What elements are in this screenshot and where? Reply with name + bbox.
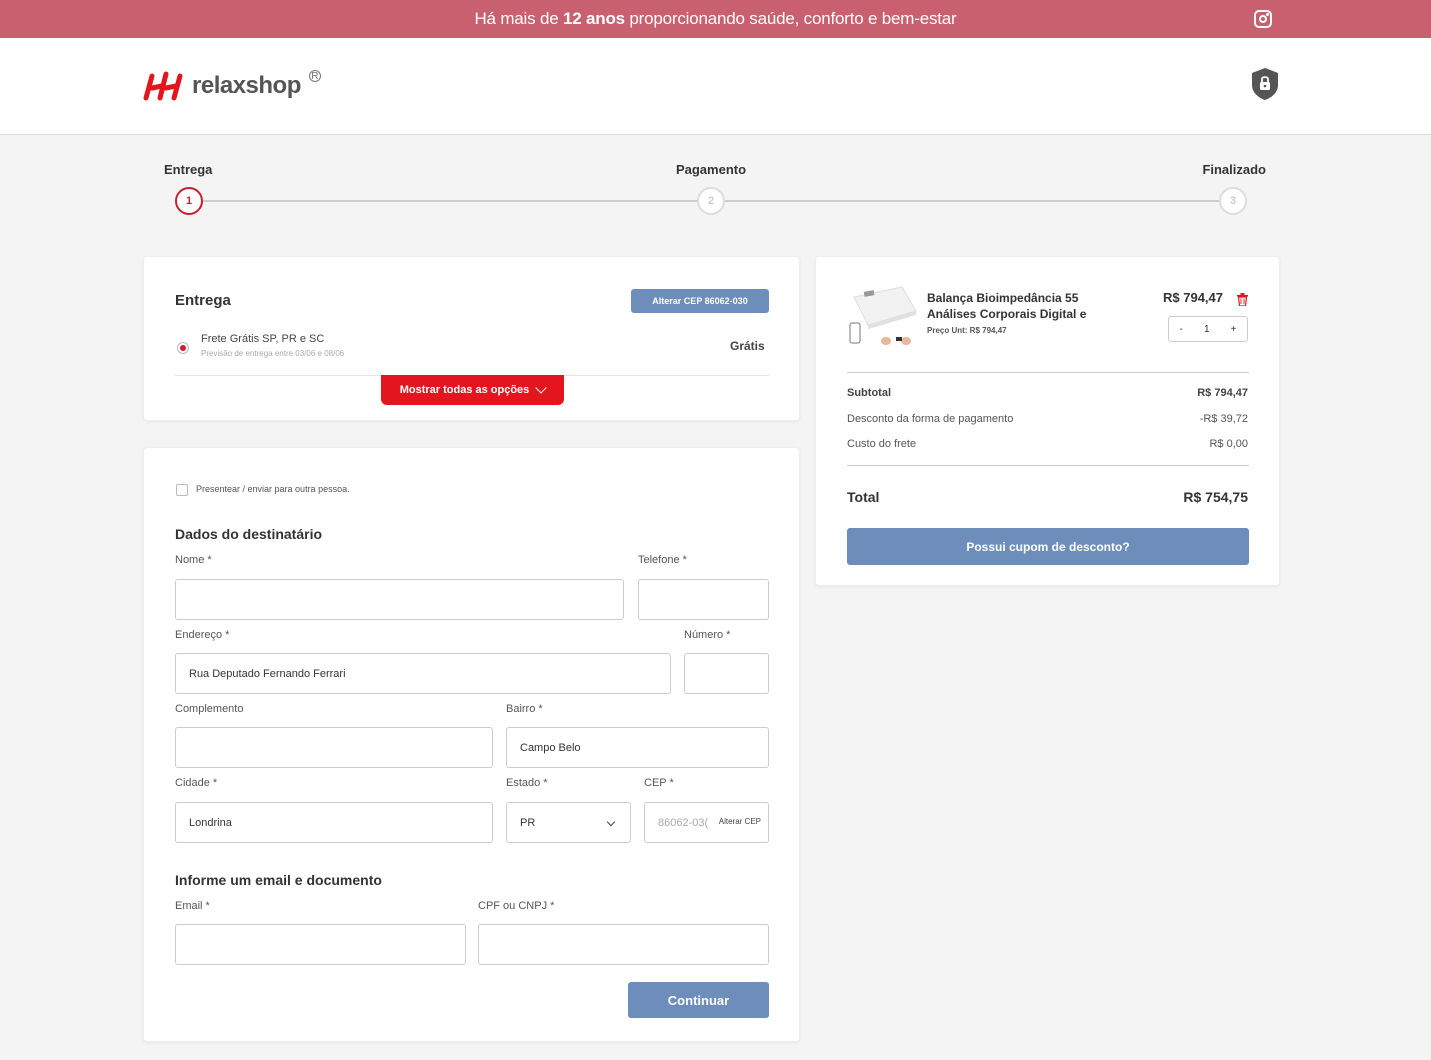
discount-label: Desconto da forma de pagamento	[847, 413, 1014, 425]
shipping-value: R$ 0,00	[1209, 438, 1248, 450]
step-circle-2: 2	[697, 187, 725, 215]
promo-banner: Há mais de 12 anos proporcionando saúde,…	[0, 0, 1431, 38]
step-label: Finalizado	[1202, 162, 1266, 177]
step-label: Pagamento	[675, 162, 747, 177]
shipping-option-radio[interactable]	[177, 342, 189, 354]
shipping-option-eta: Previsão de entrega entre 03/06 e 08/06	[201, 349, 345, 358]
telefone-input[interactable]	[638, 579, 769, 620]
subtotal-label: Subtotal	[847, 387, 891, 399]
registered-mark: R	[308, 70, 321, 82]
qty-minus-button[interactable]: -	[1180, 324, 1183, 335]
cidade-label: Cidade *	[175, 777, 218, 789]
chevron-down-icon	[535, 382, 547, 394]
instagram-icon[interactable]	[1254, 10, 1272, 28]
cart-divider	[847, 372, 1249, 373]
promo-prefix: Há mais de	[474, 9, 563, 28]
subtotal-value: R$ 794,47	[1197, 387, 1248, 399]
logo-mark-icon	[143, 71, 183, 101]
step-label: Entrega	[164, 162, 213, 177]
discount-value: -R$ 39,72	[1199, 413, 1248, 425]
endereco-input[interactable]: Rua Deputado Fernando Ferrari	[175, 653, 671, 694]
product-name-line2: Análises Corporais Digital e	[927, 307, 1087, 321]
step-entrega: Entrega	[164, 162, 214, 177]
show-all-options-button[interactable]: Mostrar todas as opções	[381, 375, 564, 405]
logo[interactable]: relaxshop R	[142, 68, 321, 104]
nome-input[interactable]	[175, 579, 624, 620]
quantity-stepper[interactable]: - 1 +	[1168, 316, 1248, 342]
recipient-title: Dados do destinatário	[175, 526, 323, 542]
promo-bold: 12 anos	[562, 9, 625, 28]
continue-button[interactable]: Continuar	[628, 982, 769, 1018]
email-input[interactable]	[175, 924, 466, 965]
cep-value: 86062-03(	[658, 816, 709, 829]
step-circle-3: 3	[1219, 187, 1247, 215]
shipping-label: Custo do frete	[847, 438, 917, 450]
coupon-button[interactable]: Possui cupom de desconto?	[847, 528, 1249, 565]
step-circle-1: 1	[175, 187, 203, 215]
shield-lock-icon	[1252, 68, 1278, 100]
logo-text: relaxshop	[192, 72, 301, 99]
estado-label: Estado *	[506, 777, 548, 789]
endereco-label: Endereço *	[175, 629, 230, 641]
shipping-option-price: Grátis	[730, 339, 765, 353]
product-price: R$ 794,47	[1163, 290, 1223, 305]
change-cep-button[interactable]: Alterar CEP 86062-030	[631, 289, 769, 313]
delivery-title: Entrega	[175, 292, 231, 309]
checkout-steps: Entrega 1 Pagamento 2 Finalizado 3	[164, 162, 1266, 217]
step-finalizado: Finalizado	[1200, 162, 1266, 177]
complemento-label: Complemento	[175, 703, 244, 715]
cep-change-link[interactable]: Alterar CEP	[719, 817, 761, 826]
unit-price: Preço Unt: R$ 794,47	[927, 326, 1007, 335]
numero-input[interactable]	[684, 653, 769, 694]
recipient-form-card: Presentear / enviar para outra pessoa. D…	[143, 447, 800, 1042]
qty-value: 1	[1203, 323, 1210, 335]
shipping-option-name: Frete Grátis SP, PR e SC	[201, 333, 325, 345]
delivery-card: Entrega Alterar CEP 86062-030 Frete Grát…	[143, 256, 800, 421]
chevron-down-icon	[606, 817, 616, 827]
cidade-input[interactable]: Londrina	[175, 802, 493, 843]
site-header: relaxshop R	[0, 38, 1431, 135]
promo-text: Há mais de 12 anos proporcionando saúde,…	[474, 9, 956, 29]
product-name-line1: Balança Bioimpedância 55	[927, 291, 1079, 305]
step-pagamento: Pagamento	[675, 162, 747, 177]
total-value: R$ 754,75	[1183, 489, 1248, 505]
bairro-label: Bairro *	[506, 703, 543, 715]
qty-plus-button[interactable]: +	[1231, 324, 1237, 335]
cart-divider	[847, 465, 1249, 466]
email-label: Email *	[175, 900, 210, 912]
gift-checkbox[interactable]	[176, 484, 188, 496]
cep-input[interactable]: 86062-03( Alterar CEP	[644, 802, 769, 843]
estado-select[interactable]: PR	[506, 802, 631, 843]
cart-summary-card: Balança Bioimpedância 55 Análises Corpor…	[815, 256, 1280, 586]
gift-label: Presentear / enviar para outra pessoa.	[196, 484, 350, 494]
promo-suffix: proporcionando saúde, conforto e bem-est…	[624, 9, 957, 28]
contact-title: Informe um email e documento	[175, 872, 382, 888]
cpf-label: CPF ou CNPJ *	[478, 900, 555, 912]
trash-icon[interactable]	[1237, 293, 1248, 306]
bairro-input[interactable]: Campo Belo	[506, 727, 769, 768]
nome-label: Nome *	[175, 554, 212, 566]
estado-value: PR	[520, 816, 536, 829]
cep-label: CEP *	[644, 777, 674, 789]
complemento-input[interactable]	[175, 727, 493, 768]
product-image	[849, 286, 917, 345]
numero-label: Número *	[684, 629, 731, 641]
cpf-input[interactable]	[478, 924, 769, 965]
total-label: Total	[847, 489, 880, 505]
show-all-label: Mostrar todas as opções	[399, 384, 530, 396]
telefone-label: Telefone *	[638, 554, 687, 566]
